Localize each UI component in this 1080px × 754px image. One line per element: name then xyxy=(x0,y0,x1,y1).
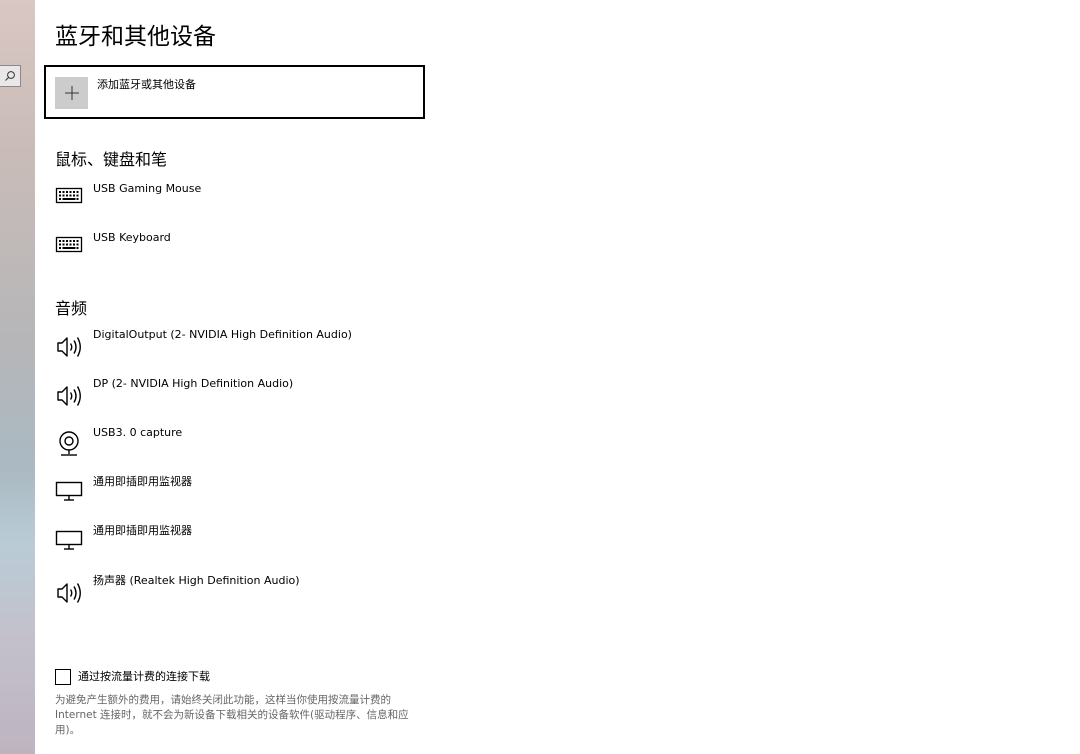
device-name: 通用即插即用监视器 xyxy=(93,475,192,488)
speaker-icon xyxy=(57,337,81,357)
device-name: USB3. 0 capture xyxy=(93,426,183,439)
device-item-realtek-speaker[interactable]: 扬声器 (Realtek High Definition Audio) xyxy=(55,574,475,613)
device-item-dp-audio[interactable]: DP (2- NVIDIA High Definition Audio) xyxy=(55,377,475,416)
monitor-icon xyxy=(55,530,83,550)
device-item-digital-output[interactable]: DigitalOutput (2- NVIDIA High Definition… xyxy=(55,328,475,367)
device-name: DP (2- NVIDIA High Definition Audio) xyxy=(93,377,294,390)
device-name: 通用即插即用监视器 xyxy=(93,524,192,537)
webcam-icon xyxy=(59,431,79,456)
metered-download-option[interactable]: 通过按流量计费的连接下载 xyxy=(55,669,435,687)
keyboard-icon xyxy=(55,236,83,253)
device-item-pnp-monitor-1[interactable]: 通用即插即用监视器 xyxy=(55,475,475,514)
metered-download-description: 为避免产生额外的费用，请始终关闭此功能，这样当你使用按流量计费的 Interne… xyxy=(55,694,409,736)
add-tile xyxy=(55,77,88,109)
page-title: 蓝牙和其他设备 xyxy=(55,24,216,50)
add-device-label: 添加蓝牙或其他设备 xyxy=(97,78,196,91)
device-name: DigitalOutput (2- NVIDIA High Definition… xyxy=(93,328,352,341)
device-item-usb-keyboard[interactable]: USB Keyboard xyxy=(55,231,475,270)
speaker-icon xyxy=(57,583,81,603)
device-item-pnp-monitor-2[interactable]: 通用即插即用监视器 xyxy=(55,524,475,563)
device-name: USB Keyboard xyxy=(93,231,171,244)
device-name: USB Gaming Mouse xyxy=(93,182,202,195)
add-bluetooth-device-button[interactable]: 添加蓝牙或其他设备 xyxy=(44,65,425,119)
section-heading-audio: 音频 xyxy=(55,299,88,318)
metered-download-label: 通过按流量计费的连接下载 xyxy=(78,670,210,683)
monitor-icon xyxy=(55,481,83,501)
keyboard-icon xyxy=(55,187,83,204)
device-item-usb-gaming-mouse[interactable]: USB Gaming Mouse xyxy=(55,182,475,221)
metered-download-checkbox[interactable] xyxy=(55,669,71,685)
device-item-usb3-capture[interactable]: USB3. 0 capture xyxy=(55,426,475,465)
plus-icon xyxy=(64,86,79,100)
speaker-icon xyxy=(57,386,81,406)
device-name: 扬声器 (Realtek High Definition Audio) xyxy=(93,574,300,587)
section-heading-input: 鼠标、键盘和笔 xyxy=(55,150,168,169)
settings-content: 蓝牙和其他设备 添加蓝牙或其他设备 鼠标、键盘和笔 USB Gaming Mou… xyxy=(0,0,1080,754)
